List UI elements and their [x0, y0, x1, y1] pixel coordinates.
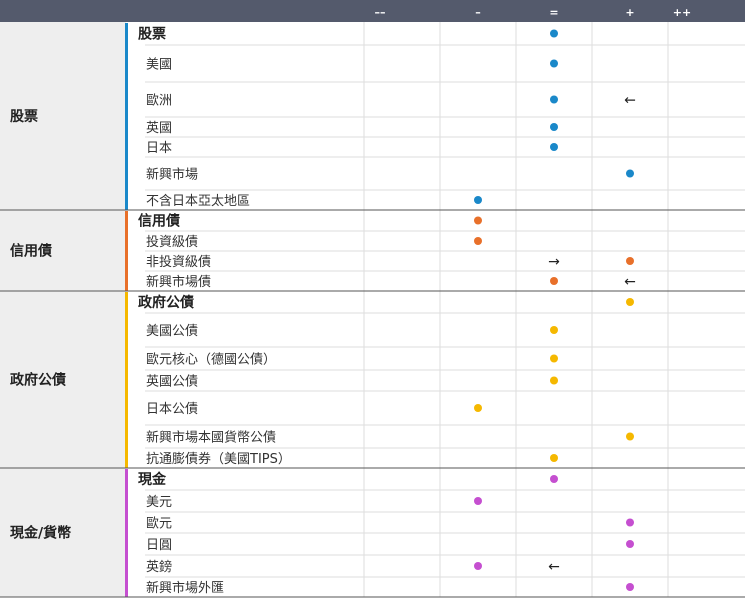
category-label: 股票	[10, 109, 38, 125]
column-header-row: –– – = + ++	[0, 0, 745, 22]
row-label: 非投資級債	[146, 254, 211, 270]
row-label: 新興市場債	[146, 274, 211, 290]
column-header-5: ++	[673, 6, 691, 19]
group-accent-bar-2	[125, 211, 128, 291]
rating-dot	[550, 326, 558, 334]
group-header-label: 信用債	[138, 213, 180, 230]
category-label: 現金/貨幣	[10, 525, 71, 542]
category-label: 政府公債	[10, 372, 66, 389]
rating-dot	[550, 29, 558, 38]
group-accent-bar-3	[125, 292, 128, 468]
group-header-label: 現金	[138, 471, 167, 488]
row-label: 新興市場外匯	[146, 580, 224, 596]
rating-dot	[550, 475, 558, 483]
rating-dot	[550, 123, 558, 131]
rating-dot	[474, 196, 482, 204]
category-label: 信用債	[10, 243, 52, 260]
data-marks-layer: ← → ← ←	[474, 29, 636, 591]
arrow-left-icon: ←	[624, 274, 636, 290]
row-label: 抗通膨債券（美國TIPS）	[146, 451, 291, 467]
rating-dot	[626, 518, 634, 527]
rating-table-chart: –– – = + ++ 股票股票美國歐洲英國日本新興市場不含日本亞太地區信用債信用債投資…	[0, 0, 745, 598]
rating-dot	[474, 237, 482, 245]
rating-dot	[626, 298, 634, 306]
rating-dot	[474, 216, 482, 225]
group-accent-bar-4	[125, 469, 128, 597]
row-label: 美國公債	[146, 324, 198, 339]
rating-dot	[550, 143, 558, 151]
row-label: 日本公債	[146, 402, 198, 417]
rating-dot	[626, 432, 634, 441]
arrow-left-icon: ←	[548, 559, 560, 575]
row-label: 不含日本亞太地區	[146, 193, 250, 209]
column-header-3: =	[549, 6, 558, 19]
row-label: 英國公債	[146, 375, 198, 390]
group-header-label: 政府公債	[138, 294, 194, 311]
rating-dot	[550, 277, 558, 285]
group-accent-bar-1	[125, 23, 128, 210]
rating-dot	[626, 540, 634, 548]
column-header-2: –	[475, 6, 481, 19]
row-label: 新興市場本國貨幣公債	[146, 430, 276, 446]
rating-dot	[626, 257, 634, 265]
row-label: 歐洲	[146, 94, 172, 109]
row-label: 美元	[146, 495, 172, 510]
rating-dot	[550, 59, 558, 68]
rating-dot	[550, 376, 558, 385]
row-label: 投資級債	[146, 234, 198, 250]
column-header-1: ––	[375, 6, 386, 19]
arrow-right-icon: →	[548, 254, 560, 270]
rating-dot	[474, 497, 482, 505]
row-label: 英國	[146, 121, 172, 136]
row-label: 日圓	[146, 538, 172, 553]
row-label: 日本	[146, 141, 172, 156]
row-label: 歐元核心（德國公債）	[146, 353, 276, 368]
group-header-label: 股票	[138, 27, 166, 43]
rating-dot	[626, 583, 634, 591]
rating-dot	[626, 169, 634, 178]
rating-dot	[474, 404, 482, 412]
row-label: 美國	[146, 58, 172, 73]
row-label: 英鎊	[146, 559, 172, 575]
row-label: 新興市場	[146, 167, 198, 183]
arrow-left-icon: ←	[624, 93, 636, 109]
rating-dot	[550, 454, 558, 462]
rating-dot	[474, 562, 482, 570]
rating-dot	[550, 95, 558, 104]
column-header-4: +	[625, 6, 634, 19]
rating-dot	[550, 354, 558, 363]
row-label: 歐元	[146, 517, 172, 532]
